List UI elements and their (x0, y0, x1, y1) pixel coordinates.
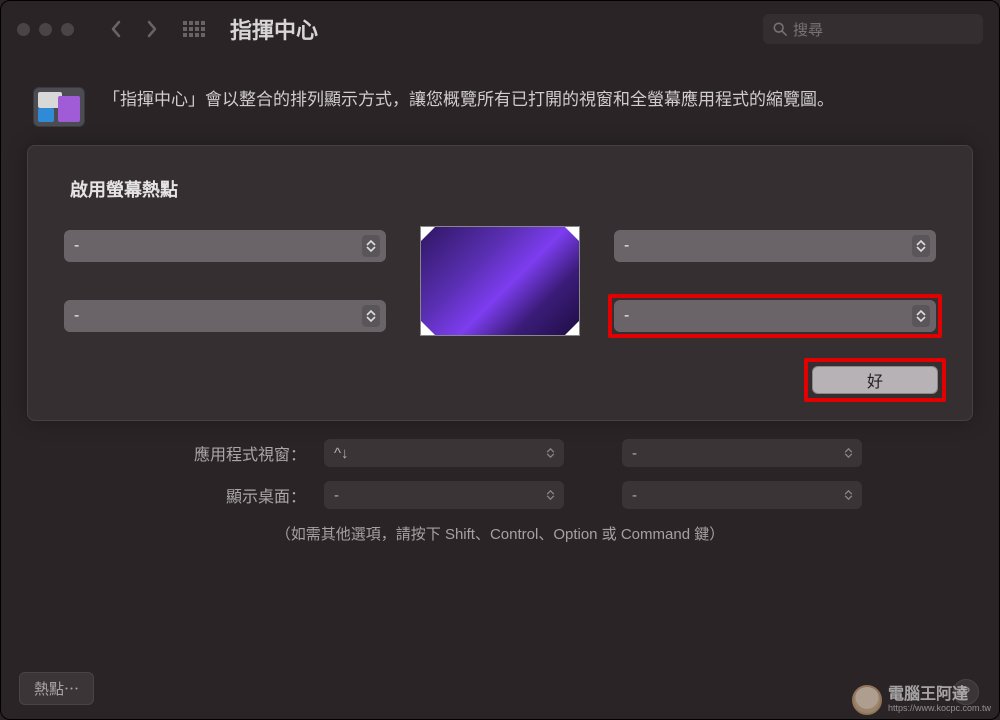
shortcut-key-value: ^↓ (334, 445, 349, 462)
corner-bottom-left-select[interactable]: - (64, 300, 386, 332)
shortcut-key-select[interactable]: - (324, 481, 564, 509)
hot-corners-sheet: 啟用螢幕熱點 - (27, 145, 973, 421)
ok-button-wrap: 好 (808, 362, 942, 398)
corner-bottom-right-select[interactable]: - (614, 300, 936, 332)
corner-bottom-right: - (614, 300, 936, 332)
corner-marker-bl (421, 321, 435, 335)
corner-top-right: - (614, 230, 936, 262)
chevron-up-down-icon (542, 485, 558, 505)
shortcut-label: 顯示桌面： (51, 483, 306, 507)
ok-button-label: 好 (867, 368, 883, 392)
description-text: 「指揮中心」會以整合的排列顯示方式，讓您概覽所有已打開的視窗和全螢幕應用程式的縮… (103, 87, 834, 127)
shortcut-key-select[interactable]: ^↓ (324, 439, 564, 467)
shortcut-row-show-desktop: 顯示桌面： - - (51, 481, 949, 509)
watermark-line2: https://www.kocpc.com.tw (888, 704, 991, 714)
window-title: 指揮中心 (230, 13, 318, 45)
corner-marker-tr (565, 227, 579, 241)
shortcut-mouse-select[interactable]: - (622, 481, 862, 509)
corner-top-left: - (64, 230, 386, 262)
hot-corners-button[interactable]: 熱點⋯ (19, 672, 94, 705)
search-field[interactable]: 搜尋 (763, 14, 983, 44)
ok-button[interactable]: 好 (812, 366, 938, 394)
close-window-button[interactable] (17, 23, 30, 36)
corner-top-right-value: - (624, 237, 629, 255)
hot-corners-button-label: 熱點⋯ (34, 681, 79, 698)
corner-top-left-select[interactable]: - (64, 230, 386, 262)
description-row: 「指揮中心」會以整合的排列顯示方式，讓您概覽所有已打開的視窗和全螢幕應用程式的縮… (33, 87, 967, 127)
shortcut-key-value: - (334, 487, 339, 504)
shortcut-mouse-value: - (632, 445, 637, 462)
window-footer: 熱點⋯ (19, 672, 94, 705)
chevron-up-down-icon (362, 235, 380, 257)
corner-bottom-left: - (64, 300, 386, 332)
shortcut-mouse-value: - (632, 487, 637, 504)
zoom-window-button[interactable] (61, 23, 74, 36)
corner-bottom-left-value: - (74, 307, 79, 325)
back-button[interactable] (102, 15, 130, 43)
corner-bottom-right-value: - (624, 307, 629, 325)
chevron-up-down-icon (840, 485, 856, 505)
chevron-up-down-icon (912, 305, 930, 327)
modifier-hint: （如需其他選項，請按下 Shift、Control、Option 或 Comma… (51, 523, 949, 544)
corner-top-right-select[interactable]: - (614, 230, 936, 262)
toolbar: 指揮中心 搜尋 (1, 1, 999, 57)
shortcut-section: 應用程式視窗： ^↓ - 顯示桌 (21, 439, 979, 544)
corner-top-left-value: - (74, 237, 79, 255)
chevron-up-down-icon (840, 443, 856, 463)
show-all-button[interactable] (180, 15, 208, 43)
preferences-window: 指揮中心 搜尋 「指揮中心」會以整合的排列顯示方式，讓您概覽所有已打開的視窗和全… (0, 0, 1000, 720)
shortcut-label: 應用程式視窗： (51, 441, 306, 465)
search-placeholder: 搜尋 (793, 19, 823, 40)
chevron-up-down-icon (542, 443, 558, 463)
search-icon (773, 22, 787, 36)
hot-corners-grid: - - (58, 226, 942, 336)
corner-marker-br (565, 321, 579, 335)
watermark-avatar-icon (852, 685, 882, 715)
shortcut-mouse-select[interactable]: - (622, 439, 862, 467)
content-area: 「指揮中心」會以整合的排列顯示方式，讓您概覽所有已打開的視窗和全螢幕應用程式的縮… (1, 57, 999, 554)
sheet-footer: 好 (58, 362, 942, 398)
shortcut-row-app-windows: 應用程式視窗： ^↓ - (51, 439, 949, 467)
sheet-title: 啟用螢幕熱點 (70, 176, 942, 202)
corner-marker-tl (421, 227, 435, 241)
minimize-window-button[interactable] (39, 23, 52, 36)
watermark-line1: 電腦王阿達 (888, 686, 991, 704)
window-controls (17, 23, 74, 36)
grid-icon (183, 21, 205, 37)
chevron-up-down-icon (912, 235, 930, 257)
chevron-up-down-icon (362, 305, 380, 327)
forward-button[interactable] (138, 15, 166, 43)
watermark: 電腦王阿達 https://www.kocpc.com.tw (852, 685, 991, 715)
mission-control-icon (33, 87, 85, 127)
watermark-text: 電腦王阿達 https://www.kocpc.com.tw (888, 686, 991, 713)
screen-preview (420, 226, 580, 336)
